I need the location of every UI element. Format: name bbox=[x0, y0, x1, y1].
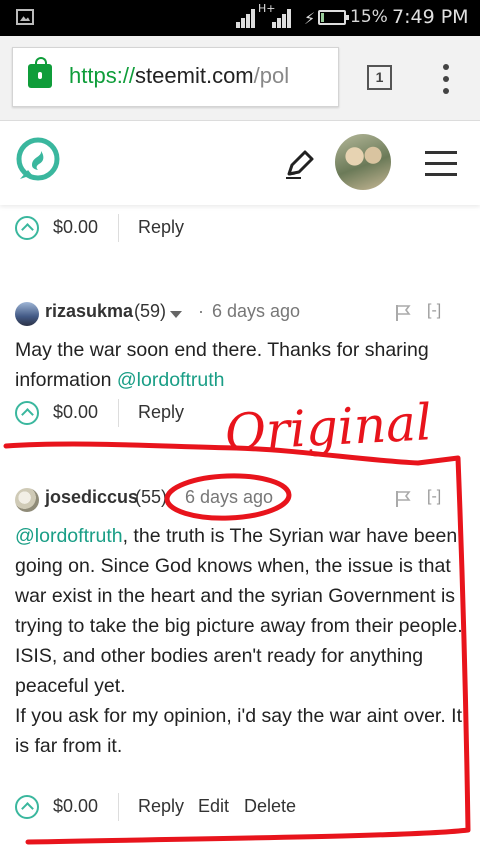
user-avatar[interactable] bbox=[335, 134, 391, 190]
edit-link[interactable]: Edit bbox=[198, 796, 229, 817]
reply-link[interactable]: Reply bbox=[138, 217, 184, 238]
reply-link[interactable]: Reply bbox=[138, 402, 184, 423]
signal-icon bbox=[236, 8, 258, 28]
reply-link[interactable]: Reply bbox=[138, 796, 184, 817]
author-link[interactable]: rizasukma bbox=[45, 301, 133, 322]
mention-link[interactable]: @lordoftruth bbox=[15, 525, 123, 547]
collapse-toggle[interactable]: [-] bbox=[427, 488, 441, 506]
upvote-icon[interactable] bbox=[15, 216, 39, 240]
payout-value[interactable]: $0.00 bbox=[53, 217, 98, 238]
reputation-score: (55) bbox=[135, 487, 168, 507]
pen-icon[interactable] bbox=[283, 148, 317, 180]
avatar[interactable] bbox=[15, 488, 39, 512]
timestamp-link[interactable]: 6 days ago bbox=[185, 487, 273, 508]
upvote-icon[interactable] bbox=[15, 795, 39, 819]
divider bbox=[118, 793, 119, 821]
steemit-logo-icon[interactable] bbox=[14, 135, 60, 181]
tab-switcher-button[interactable]: 1 bbox=[367, 65, 392, 90]
browser-toolbar: https://steemit.com/pol 1 bbox=[0, 36, 480, 121]
payout-value[interactable]: $0.00 bbox=[53, 402, 98, 423]
hamburger-menu-icon[interactable] bbox=[425, 151, 457, 177]
clock: 7:49 PM bbox=[392, 6, 469, 28]
comment-body: @lordoftruth, the truth is The Syrian wa… bbox=[15, 525, 463, 757]
divider bbox=[118, 214, 119, 242]
time-separator: · bbox=[198, 301, 204, 321]
gallery-notification-icon bbox=[16, 9, 34, 25]
chevron-down-icon[interactable] bbox=[170, 311, 182, 318]
address-bar[interactable]: https://steemit.com/pol bbox=[12, 47, 339, 107]
site-header bbox=[0, 121, 480, 205]
browser-menu-icon[interactable] bbox=[440, 64, 452, 94]
author-link[interactable]: josediccus bbox=[45, 487, 138, 508]
comment-body: May the war soon end there. Thanks for s… bbox=[15, 339, 429, 391]
delete-link[interactable]: Delete bbox=[244, 796, 296, 817]
comments-list: $0.00 Reply rizasukma (59) · 6 days ago … bbox=[0, 205, 480, 854]
url-text[interactable]: https://steemit.com/pol bbox=[69, 63, 289, 89]
lock-icon bbox=[28, 57, 52, 88]
charging-icon: ⚡ bbox=[304, 9, 316, 28]
signal-icon-2 bbox=[272, 8, 294, 28]
status-bar: H+ ⚡ 15% 7:49 PM bbox=[0, 0, 480, 36]
flag-icon[interactable] bbox=[395, 490, 411, 508]
mention-link[interactable]: @lordoftruth bbox=[117, 369, 225, 391]
divider bbox=[118, 399, 119, 427]
flag-icon[interactable] bbox=[395, 304, 411, 322]
upvote-icon[interactable] bbox=[15, 401, 39, 425]
reputation-score: (59) bbox=[134, 301, 167, 321]
timestamp-link[interactable]: 6 days ago bbox=[212, 301, 300, 322]
battery-percent: 15% bbox=[350, 7, 388, 27]
payout-value[interactable]: $0.00 bbox=[53, 796, 98, 817]
collapse-toggle[interactable]: [-] bbox=[427, 302, 441, 320]
avatar[interactable] bbox=[15, 302, 39, 326]
battery-icon bbox=[318, 10, 349, 25]
